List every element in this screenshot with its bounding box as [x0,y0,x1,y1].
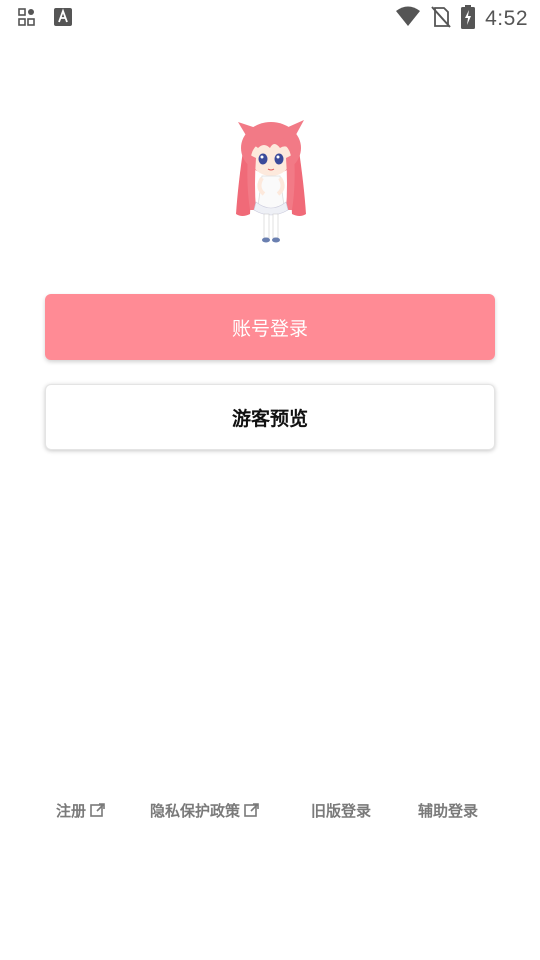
status-bar: 4:52 [0,0,540,36]
register-link-label: 注册 [56,802,87,820]
assisted-login-link-label: 辅助登录 [418,802,479,820]
external-link-icon [244,803,259,818]
account-login-button[interactable]: 账号登录 [45,294,495,360]
legacy-login-link[interactable]: 旧版登录 [311,800,371,821]
assisted-login-link[interactable]: 辅助登录 [418,800,478,821]
register-link[interactable]: 注册 [56,800,105,821]
guest-preview-button[interactable]: 游客预览 [45,384,495,450]
mascot-illustration [226,114,316,244]
clock: 4:52 [485,7,528,30]
font-a-icon [54,8,72,30]
apps-grid-icon [18,8,36,30]
legacy-login-link-label: 旧版登录 [311,802,372,820]
no-sim-icon [431,6,451,32]
privacy-policy-link-label: 隐私保护政策 [150,802,241,820]
wifi-icon [395,6,421,32]
privacy-policy-link[interactable]: 隐私保护政策 [150,800,259,821]
battery-charging-icon [461,5,476,33]
footer-links: 注册 隐私保护政策 旧版登录 辅助登录 [0,800,540,828]
external-link-icon [90,803,105,818]
